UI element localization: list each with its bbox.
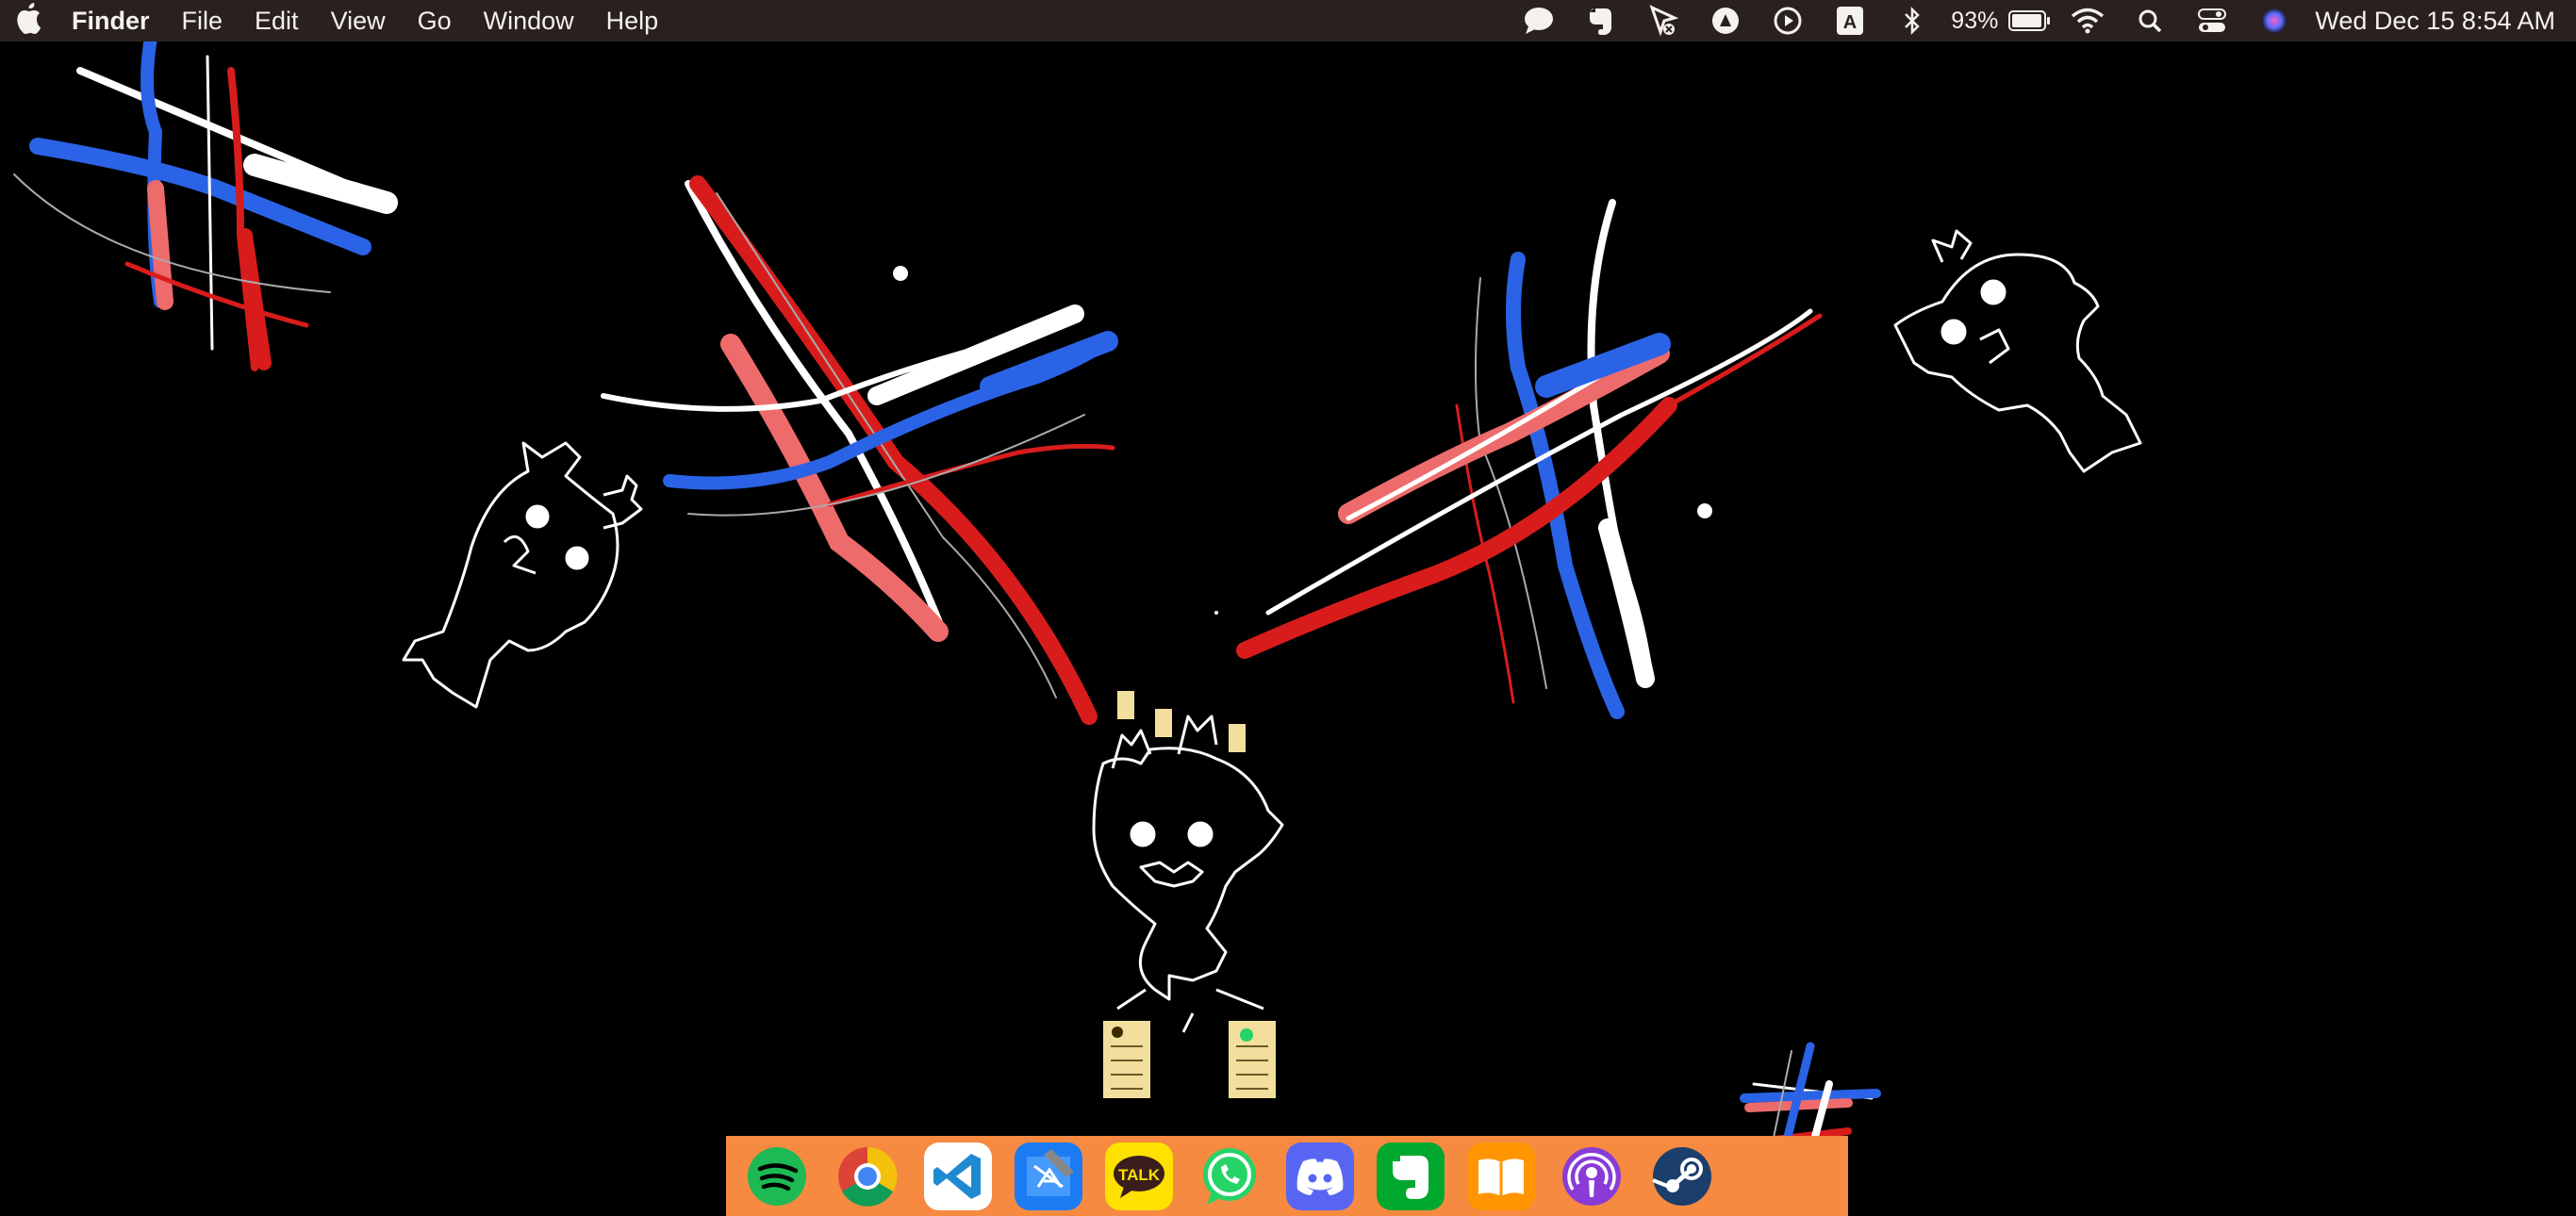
doodle-crosshatch-right <box>1214 199 1823 719</box>
doodle-creature-center <box>1092 715 1284 1033</box>
kakaotalk-icon[interactable]: TALK <box>1105 1142 1173 1210</box>
messages-icon[interactable] <box>1508 0 1570 41</box>
battery-percent: 93% <box>1951 7 1999 34</box>
chrome-icon[interactable] <box>834 1142 901 1210</box>
menu-bar: Finder File Edit View Go Window Help A 9… <box>0 0 2576 41</box>
doodle-creature-right <box>1893 229 2142 473</box>
menu-go[interactable]: Go <box>418 7 452 36</box>
vscode-icon[interactable] <box>924 1142 992 1210</box>
podcasts-icon[interactable] <box>1558 1142 1626 1210</box>
clock[interactable]: Wed Dec 15 8:54 AM <box>2315 7 2555 36</box>
app-name-menu[interactable]: Finder <box>72 7 150 36</box>
input-source-letter: A <box>1843 12 1857 33</box>
doodle-creature-left <box>402 441 643 709</box>
siri-icon[interactable] <box>2243 0 2305 41</box>
input-source-icon[interactable]: A <box>1819 0 1881 41</box>
kakaotalk-label: TALK <box>1118 1166 1161 1184</box>
bluetooth-icon[interactable] <box>1881 0 1943 41</box>
steam-icon[interactable] <box>1648 1142 1716 1210</box>
dock: TALK <box>726 1136 1848 1216</box>
doodle-crosshatch-left <box>601 175 1118 725</box>
doodle-crosshatch-topleft <box>13 41 398 371</box>
books-icon[interactable] <box>1467 1142 1535 1210</box>
doodle-drawing <box>13 41 2142 1210</box>
doodle-notes <box>1103 691 1276 1098</box>
menu-help[interactable]: Help <box>606 7 659 36</box>
discord-icon[interactable] <box>1286 1142 1354 1210</box>
menu-file[interactable]: File <box>182 7 223 36</box>
play-icon[interactable] <box>1757 0 1819 41</box>
evernote-app-icon[interactable] <box>1377 1142 1445 1210</box>
evernote-icon[interactable] <box>1570 0 1632 41</box>
menu-view[interactable]: View <box>331 7 386 36</box>
menu-window[interactable]: Window <box>484 7 574 36</box>
drive-icon[interactable] <box>1694 0 1757 41</box>
whatsapp-icon[interactable] <box>1196 1142 1263 1210</box>
wifi-icon[interactable] <box>2056 0 2119 41</box>
doodle-icon[interactable] <box>1739 1142 1807 1210</box>
battery-icon[interactable] <box>2004 0 2056 41</box>
apple-menu-icon[interactable] <box>0 2 57 41</box>
spotify-icon[interactable] <box>743 1142 811 1210</box>
status-area: A 93% Wed Dec 15 8:54 AM <box>1508 0 2576 41</box>
menu-edit[interactable]: Edit <box>255 7 299 36</box>
control-center-icon[interactable] <box>2181 0 2243 41</box>
desktop-wallpaper <box>0 41 2576 1216</box>
cursor-icon[interactable] <box>1632 0 1694 41</box>
spotlight-icon[interactable] <box>2119 0 2181 41</box>
xcode-icon[interactable] <box>1015 1142 1082 1210</box>
